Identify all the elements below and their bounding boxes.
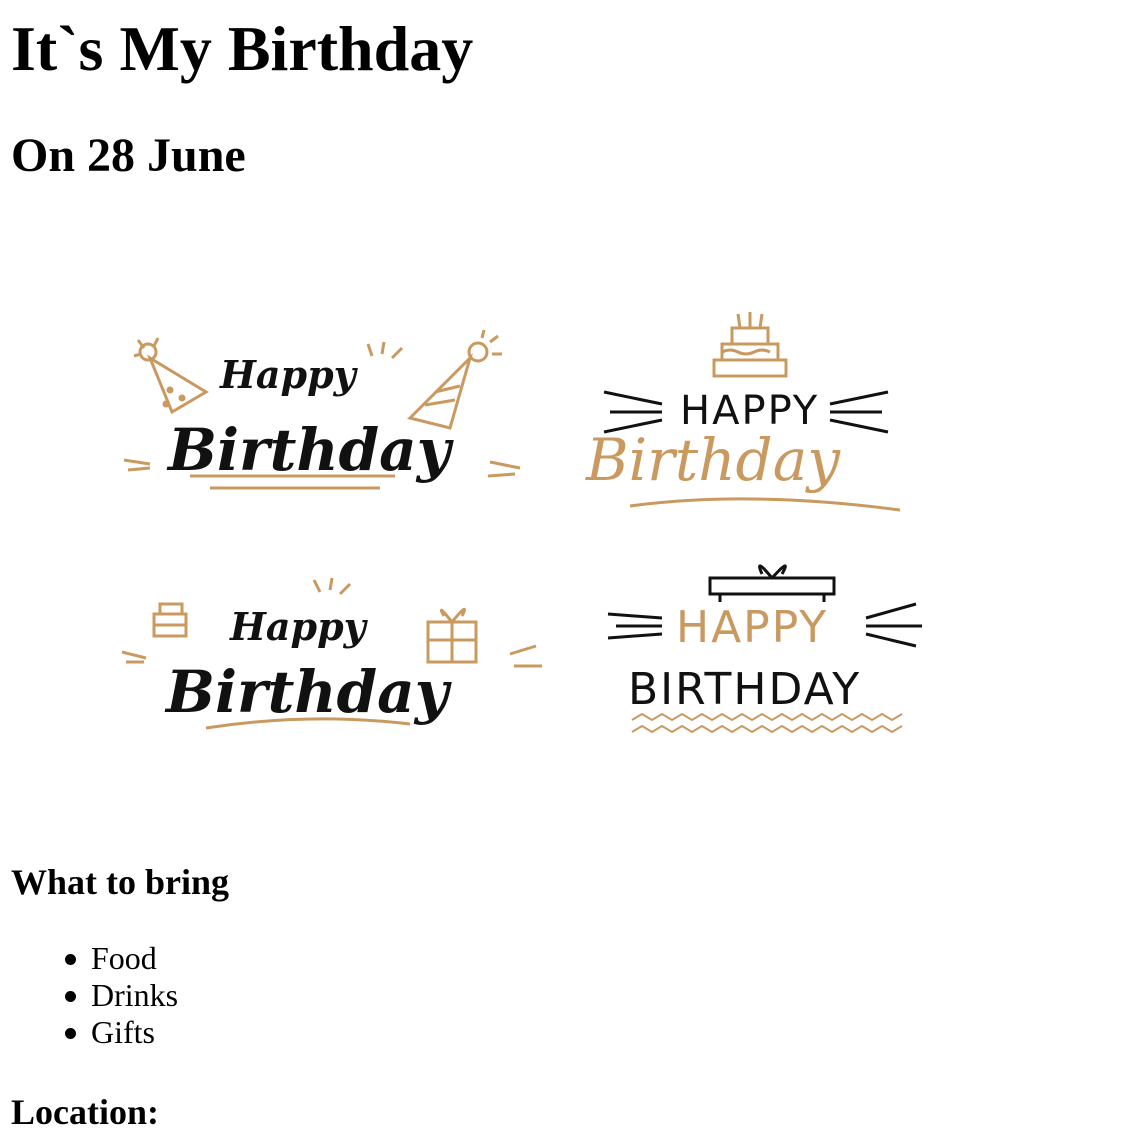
party-hat-icon <box>407 329 502 430</box>
banner-3-line1: Happy <box>229 604 369 649</box>
list-item: Gifts <box>65 1014 178 1051</box>
banner-1-line2: Birthday <box>166 416 455 484</box>
list-item: Drinks <box>65 977 179 1014</box>
banner-item-4: HAPPY BIRTHDAY <box>607 564 922 734</box>
bullet-icon <box>65 954 76 965</box>
page-title: It`s My Birthday <box>11 13 474 84</box>
gift-icon <box>426 607 478 664</box>
bullet-icon <box>65 991 76 1002</box>
banner-item-2: HAPPY Birthday <box>585 312 901 512</box>
list-item-label: Drinks <box>91 977 179 1013</box>
banner-item-3: Happy Birthday <box>121 577 542 730</box>
gift-icon <box>708 564 836 602</box>
list-item: Food <box>65 940 178 977</box>
bring-list: Food Drinks Gifts <box>65 940 179 1051</box>
cake-icon <box>712 312 788 378</box>
banner-4-line1: HAPPY <box>676 602 828 653</box>
bring-heading: What to bring <box>11 862 230 902</box>
banner-2-line2: Birthday <box>585 426 841 494</box>
cake-icon <box>152 602 188 638</box>
banner-1-line1: Happy <box>219 352 359 397</box>
birthday-banner-graphic: Happy Birthday HAPPY Birthday Happy Birt… <box>121 312 922 734</box>
event-date: On 28 June <box>11 129 246 182</box>
location-heading: Location: <box>11 1092 159 1132</box>
bullet-icon <box>65 1028 76 1039</box>
banner-item-1: Happy Birthday <box>123 329 521 490</box>
list-item-label: Gifts <box>91 1014 155 1050</box>
banner-3-line2: Birthday <box>164 658 453 726</box>
party-hat-icon <box>133 337 209 415</box>
birthday-banner-image: Happy Birthday HAPPY Birthday Happy Birt… <box>110 300 940 750</box>
list-item-label: Food <box>91 940 157 976</box>
banner-4-line2: BIRTHDAY <box>628 664 861 715</box>
sparkle-icon <box>366 341 404 360</box>
